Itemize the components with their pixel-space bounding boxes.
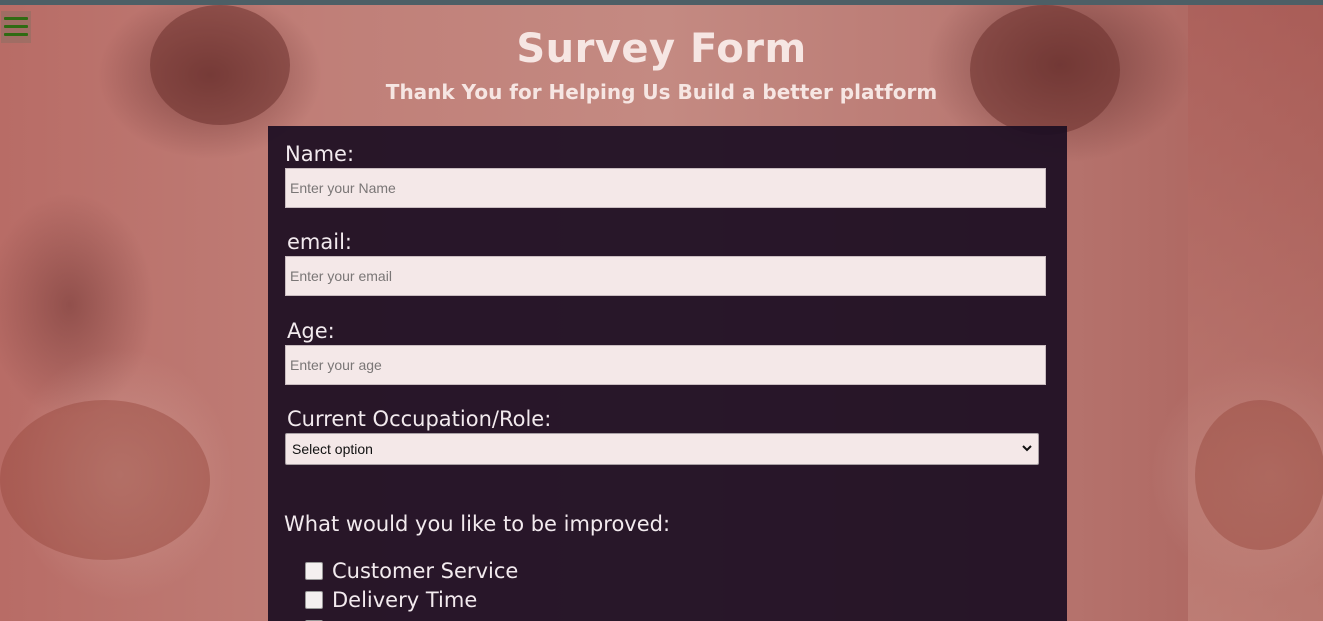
background-person-head: [1195, 400, 1323, 550]
age-input[interactable]: [285, 345, 1046, 385]
email-label: email:: [287, 230, 352, 254]
occupation-select[interactable]: Select option: [285, 433, 1039, 465]
background-person-head: [0, 400, 210, 560]
checkbox[interactable]: [305, 591, 323, 609]
page-subtitle: Thank You for Helping Us Build a better …: [385, 80, 938, 104]
page-title: Survey Form: [516, 26, 807, 72]
age-label: Age:: [287, 319, 335, 343]
survey-form: Name: email: Age: Current Occupation/Rol…: [268, 126, 1067, 621]
chevron-down-icon: [1022, 445, 1032, 452]
checkbox[interactable]: [305, 562, 323, 580]
name-label: Name:: [285, 142, 355, 166]
name-input[interactable]: [285, 168, 1046, 208]
occupation-select-value: Select option: [292, 441, 373, 457]
occupation-label: Current Occupation/Role:: [287, 407, 552, 431]
checkbox-label: Customer Service: [332, 559, 519, 583]
checkbox-label: Delivery Time: [332, 588, 478, 612]
improvements-label: What would you like to be improved:: [284, 512, 671, 536]
email-input[interactable]: [285, 256, 1046, 296]
